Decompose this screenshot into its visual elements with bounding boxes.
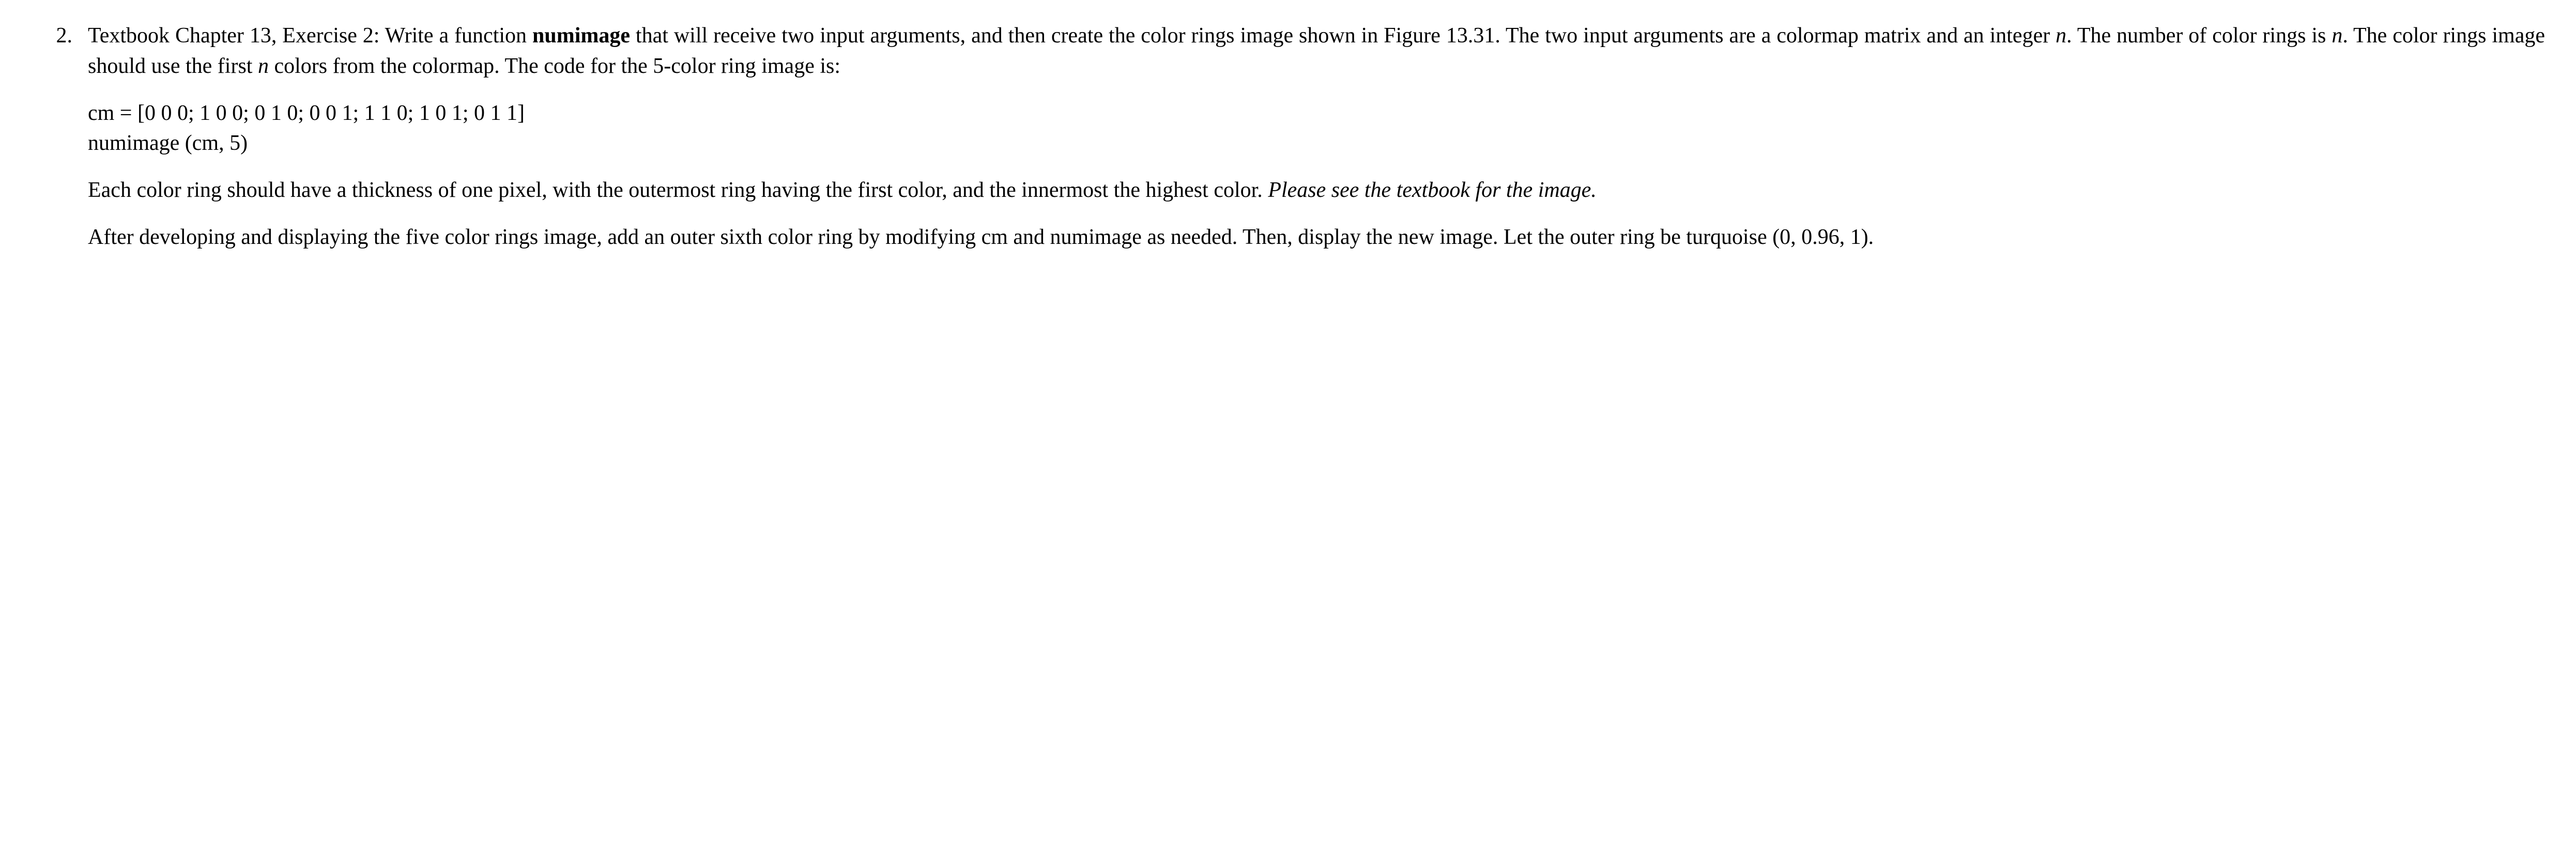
problem-number: 2.	[31, 21, 88, 51]
variable-n-3: n	[258, 54, 269, 78]
variable-n-2: n	[2332, 24, 2342, 48]
exercise-problem: 2. Textbook Chapter 13, Exercise 2: Writ…	[31, 21, 2545, 253]
paragraph-1: Textbook Chapter 13, Exercise 2: Write a…	[88, 21, 2545, 82]
code-block: cm = [0 0 0; 1 0 0; 0 1 0; 0 0 1; 1 1 0;…	[88, 98, 2545, 159]
paragraph-2: Each color ring should have a thickness …	[88, 175, 2545, 206]
code-line-1: cm = [0 0 0; 1 0 0; 0 1 0; 0 0 1; 1 1 0;…	[88, 98, 2545, 129]
para1-text-mid1: . The number of color rings is	[2066, 24, 2332, 48]
para1-text-prefix: Textbook Chapter 13, Exercise 2: Write a…	[88, 24, 532, 48]
para2-italic-note: Please see the textbook for the image.	[1268, 178, 1597, 202]
function-name: numimage	[532, 24, 630, 48]
para1-text-suffix1: that will receive two input arguments, a…	[630, 24, 2056, 48]
problem-body: Textbook Chapter 13, Exercise 2: Write a…	[88, 21, 2545, 253]
paragraph-3: After developing and displaying the five…	[88, 222, 2545, 253]
variable-n-1: n	[2056, 24, 2066, 48]
code-line-2: numimage (cm, 5)	[88, 128, 2545, 159]
para2-text-prefix: Each color ring should have a thickness …	[88, 178, 1268, 202]
para1-text-suffix2: colors from the colormap. The code for t…	[269, 54, 840, 78]
